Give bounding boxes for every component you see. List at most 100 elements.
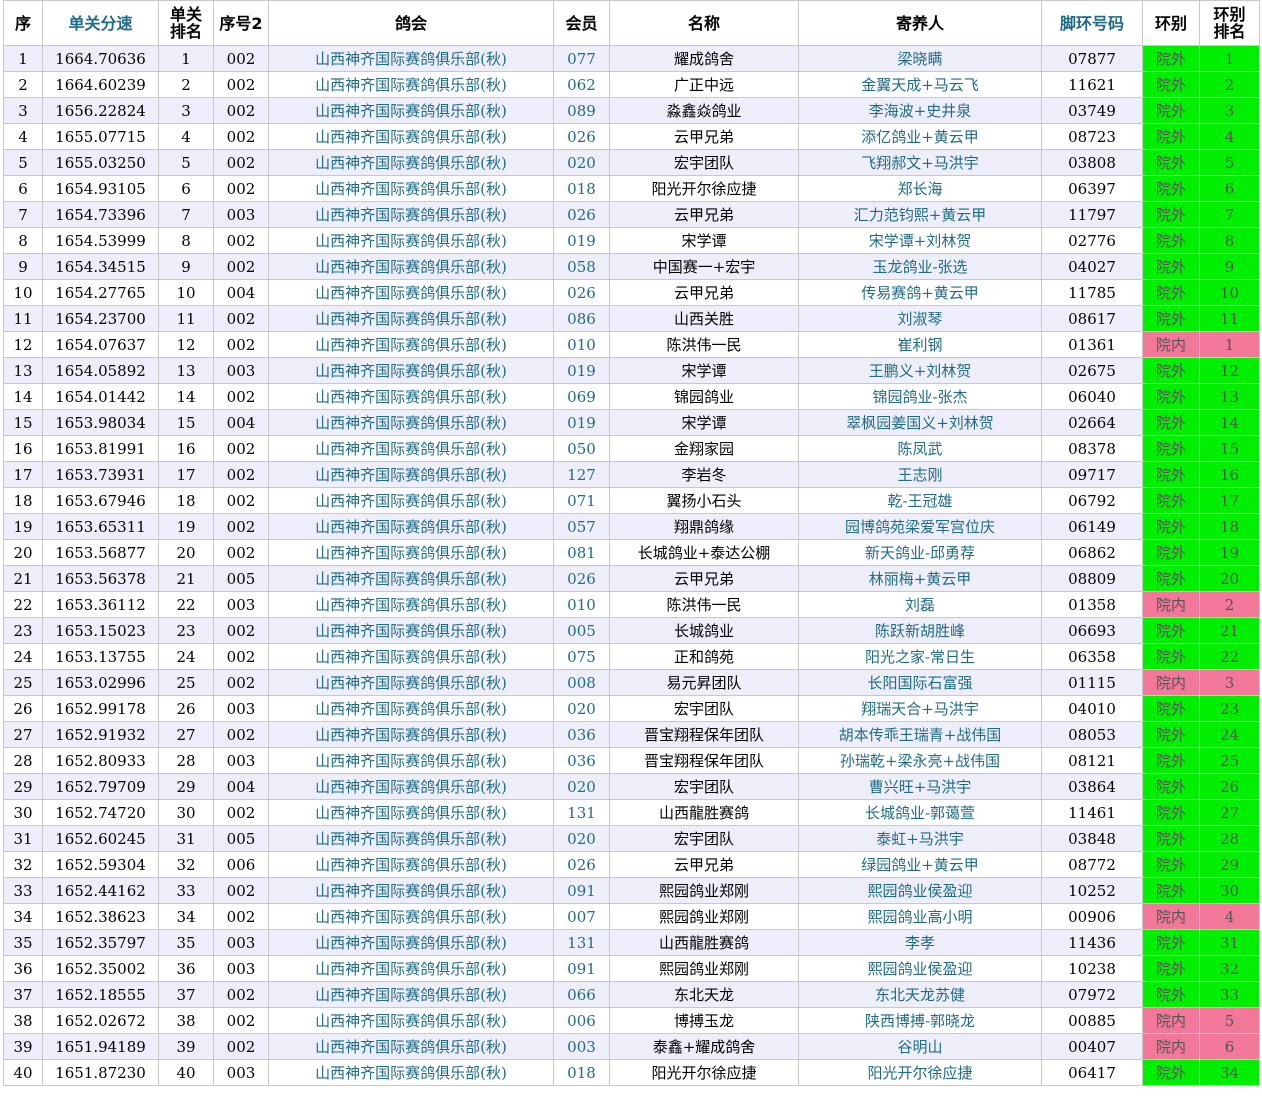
member-link[interactable]: 131 <box>553 799 610 826</box>
member-link[interactable]: 050 <box>553 435 610 462</box>
club-link[interactable]: 山西神齐国际赛鸽俱乐部(秋) <box>268 565 554 592</box>
member-link[interactable]: 006 <box>553 1007 610 1034</box>
table-row[interactable]: 35 1652.35797 35 003 山西神齐国际赛鸽俱乐部(秋) 131 山西龍胜赛鸽… <box>3 929 1260 956</box>
member-link[interactable]: 026 <box>553 201 610 228</box>
table-row[interactable]: 5 1655.03250 5 002 山西神齐国际赛鸽俱乐部(秋) 020 宏宇团队 飞翔郝文… <box>3 149 1260 176</box>
header-zone-rank[interactable]: 环别 排名 <box>1199 0 1260 46</box>
club-link[interactable]: 山西神齐国际赛鸽俱乐部(秋) <box>268 539 554 566</box>
member-link[interactable]: 005 <box>553 617 610 644</box>
breeder-link[interactable]: 李孝 <box>798 929 1042 956</box>
member-link[interactable]: 071 <box>553 487 610 514</box>
table-row[interactable]: 25 1653.02996 25 002 山西神齐国际赛鸽俱乐部(秋) 008 易元昇团队长… <box>3 669 1260 696</box>
table-row[interactable]: 17 1653.73931 17 002 山西神齐国际赛鸽俱乐部(秋) 127 李岩冬 王志刚… <box>3 461 1260 488</box>
club-link[interactable]: 山西神齐国际赛鸽俱乐部(秋) <box>268 513 554 540</box>
breeder-link[interactable]: 长城鸽业-郭蔼萱 <box>798 799 1042 826</box>
club-link[interactable]: 山西神齐国际赛鸽俱乐部(秋) <box>268 773 554 800</box>
club-link[interactable]: 山西神齐国际赛鸽俱乐部(秋) <box>268 955 554 982</box>
table-row[interactable]: 30 1652.74720 30 002 山西神齐国际赛鸽俱乐部(秋) 131 山西龍胜赛鸽… <box>3 799 1260 826</box>
club-link[interactable]: 山西神齐国际赛鸽俱乐部(秋) <box>268 981 554 1008</box>
club-link[interactable]: 山西神齐国际赛鸽俱乐部(秋) <box>268 97 554 124</box>
breeder-link[interactable]: 新天鸽业-邱勇荐 <box>798 539 1042 566</box>
breeder-link[interactable]: 锦园鸽业-张杰 <box>798 383 1042 410</box>
club-link[interactable]: 山西神齐国际赛鸽俱乐部(秋) <box>268 1033 554 1060</box>
table-row[interactable]: 37 1652.18555 37 002 山西神齐国际赛鸽俱乐部(秋) 066 东北天龙 东北… <box>3 981 1260 1008</box>
club-link[interactable]: 山西神齐国际赛鸽俱乐部(秋) <box>268 175 554 202</box>
member-link[interactable]: 007 <box>553 903 610 930</box>
breeder-link[interactable]: 飞翔郝文+马洪宇 <box>798 149 1042 176</box>
club-link[interactable]: 山西神齐国际赛鸽俱乐部(秋) <box>268 71 554 98</box>
breeder-link[interactable]: 曹兴旺+马洪宇 <box>798 773 1042 800</box>
breeder-link[interactable]: 传易赛鸽+黄云甲 <box>798 279 1042 306</box>
club-link[interactable]: 山西神齐国际赛鸽俱乐部(秋) <box>268 461 554 488</box>
member-link[interactable]: 018 <box>553 1059 610 1086</box>
club-link[interactable]: 山西神齐国际赛鸽俱乐部(秋) <box>268 331 554 358</box>
club-link[interactable]: 山西神齐国际赛鸽俱乐部(秋) <box>268 253 554 280</box>
member-link[interactable]: 058 <box>553 253 610 280</box>
club-link[interactable]: 山西神齐国际赛鸽俱乐部(秋) <box>268 201 554 228</box>
member-link[interactable]: 091 <box>553 877 610 904</box>
member-link[interactable]: 020 <box>553 695 610 722</box>
table-row[interactable]: 32 1652.59304 32 006 山西神齐国际赛鸽俱乐部(秋) 026 云甲兄弟 绿园… <box>3 851 1260 878</box>
club-link[interactable]: 山西神齐国际赛鸽俱乐部(秋) <box>268 149 554 176</box>
breeder-link[interactable]: 郑长海 <box>798 175 1042 202</box>
table-row[interactable]: 21 1653.56378 21 005 山西神齐国际赛鸽俱乐部(秋) 026 云甲兄弟 林丽… <box>3 565 1260 592</box>
club-link[interactable]: 山西神齐国际赛鸽俱乐部(秋) <box>268 227 554 254</box>
member-link[interactable]: 020 <box>553 149 610 176</box>
member-link[interactable]: 036 <box>553 721 610 748</box>
table-row[interactable]: 4 1655.07715 4 002 山西神齐国际赛鸽俱乐部(秋) 026 云甲兄弟 添亿鸽业… <box>3 123 1260 150</box>
table-row[interactable]: 15 1653.98034 15 004 山西神齐国际赛鸽俱乐部(秋) 019 宋学谭 翠枫园… <box>3 409 1260 436</box>
club-link[interactable]: 山西神齐国际赛鸽俱乐部(秋) <box>268 695 554 722</box>
table-row[interactable]: 10 1654.27765 10 004 山西神齐国际赛鸽俱乐部(秋) 026 云甲兄弟 传易… <box>3 279 1260 306</box>
table-row[interactable]: 16 1653.81991 16 002 山西神齐国际赛鸽俱乐部(秋) 050 金翔家园 陈凤… <box>3 435 1260 462</box>
breeder-link[interactable]: 熙园鸽业高小明 <box>798 903 1042 930</box>
table-row[interactable]: 7 1654.73396 7 003 山西神齐国际赛鸽俱乐部(秋) 026 云甲兄弟 汇力范钧… <box>3 201 1260 228</box>
breeder-link[interactable]: 陈凤武 <box>798 435 1042 462</box>
breeder-link[interactable]: 阳光之家-常日生 <box>798 643 1042 670</box>
member-link[interactable]: 062 <box>553 71 610 98</box>
breeder-link[interactable]: 王鹏义+刘林贺 <box>798 357 1042 384</box>
club-link[interactable]: 山西神齐国际赛鸽俱乐部(秋) <box>268 1007 554 1034</box>
header-speed[interactable]: 单关分速 <box>42 0 159 46</box>
table-row[interactable]: 2 1664.60239 2 002 山西神齐国际赛鸽俱乐部(秋) 062 广正中远 金翼天成… <box>3 71 1260 98</box>
member-link[interactable]: 026 <box>553 565 610 592</box>
member-link[interactable]: 019 <box>553 227 610 254</box>
club-link[interactable]: 山西神齐国际赛鸽俱乐部(秋) <box>268 669 554 696</box>
table-row[interactable]: 19 1653.65311 19 002 山西神齐国际赛鸽俱乐部(秋) 057 翔鼎鸽缘 园博… <box>3 513 1260 540</box>
club-link[interactable]: 山西神齐国际赛鸽俱乐部(秋) <box>268 305 554 332</box>
member-link[interactable]: 075 <box>553 643 610 670</box>
table-row[interactable]: 13 1654.05892 13 003 山西神齐国际赛鸽俱乐部(秋) 019 宋学谭 王鹏义… <box>3 357 1260 384</box>
breeder-link[interactable]: 添亿鸽业+黄云甲 <box>798 123 1042 150</box>
breeder-link[interactable]: 胡本传乖王瑞青+战伟国 <box>798 721 1042 748</box>
member-link[interactable]: 091 <box>553 955 610 982</box>
table-row[interactable]: 31 1652.60245 31 005 山西神齐国际赛鸽俱乐部(秋) 020 宏宇团队 泰虹… <box>3 825 1260 852</box>
member-link[interactable]: 019 <box>553 409 610 436</box>
table-row[interactable]: 24 1653.13755 24 002 山西神齐国际赛鸽俱乐部(秋) 075 正和鸽苑 阳光… <box>3 643 1260 670</box>
table-row[interactable]: 28 1652.80933 28 003 山西神齐国际赛鸽俱乐部(秋) 036 晋宝翔程保年… <box>3 747 1260 774</box>
club-link[interactable]: 山西神齐国际赛鸽俱乐部(秋) <box>268 799 554 826</box>
club-link[interactable]: 山西神齐国际赛鸽俱乐部(秋) <box>268 383 554 410</box>
club-link[interactable]: 山西神齐国际赛鸽俱乐部(秋) <box>268 123 554 150</box>
club-link[interactable]: 山西神齐国际赛鸽俱乐部(秋) <box>268 877 554 904</box>
breeder-link[interactable]: 梁晓瞒 <box>798 45 1042 72</box>
member-link[interactable]: 010 <box>553 591 610 618</box>
member-link[interactable]: 019 <box>553 357 610 384</box>
breeder-link[interactable]: 金翼天成+马云飞 <box>798 71 1042 98</box>
table-row[interactable]: 6 1654.93105 6 002 山西神齐国际赛鸽俱乐部(秋) 018 阳光开尔徐应捷郑… <box>3 175 1260 202</box>
table-row[interactable]: 26 1652.99178 26 003 山西神齐国际赛鸽俱乐部(秋) 020 宏宇团队 翔瑞… <box>3 695 1260 722</box>
breeder-link[interactable]: 谷明山 <box>798 1033 1042 1060</box>
table-row[interactable]: 3 1656.22824 3 002 山西神齐国际赛鸽俱乐部(秋) 089 淼鑫焱鸽业 李海波… <box>3 97 1260 124</box>
breeder-link[interactable]: 汇力范钧熙+黄云甲 <box>798 201 1042 228</box>
breeder-link[interactable]: 王志刚 <box>798 461 1042 488</box>
breeder-link[interactable]: 长阳国际石富强 <box>798 669 1042 696</box>
breeder-link[interactable]: 翠枫园姜国义+刘林贺 <box>798 409 1042 436</box>
header-ring[interactable]: 脚环号码 <box>1041 0 1143 46</box>
table-row[interactable]: 29 1652.79709 29 004 山西神齐国际赛鸽俱乐部(秋) 020 宏宇团队 曹兴… <box>3 773 1260 800</box>
club-link[interactable]: 山西神齐国际赛鸽俱乐部(秋) <box>268 747 554 774</box>
breeder-link[interactable]: 陕西博搏-郭晓龙 <box>798 1007 1042 1034</box>
header-member[interactable]: 会员 <box>553 0 610 46</box>
table-row[interactable]: 22 1653.36112 22 003 山西神齐国际赛鸽俱乐部(秋) 010 陈洪伟一民刘… <box>3 591 1260 618</box>
table-row[interactable]: 36 1652.35002 36 003 山西神齐国际赛鸽俱乐部(秋) 091 熙园鸽业郑刚… <box>3 955 1260 982</box>
club-link[interactable]: 山西神齐国际赛鸽俱乐部(秋) <box>268 851 554 878</box>
member-link[interactable]: 036 <box>553 747 610 774</box>
breeder-link[interactable]: 熙园鸽业侯盈迎 <box>798 877 1042 904</box>
